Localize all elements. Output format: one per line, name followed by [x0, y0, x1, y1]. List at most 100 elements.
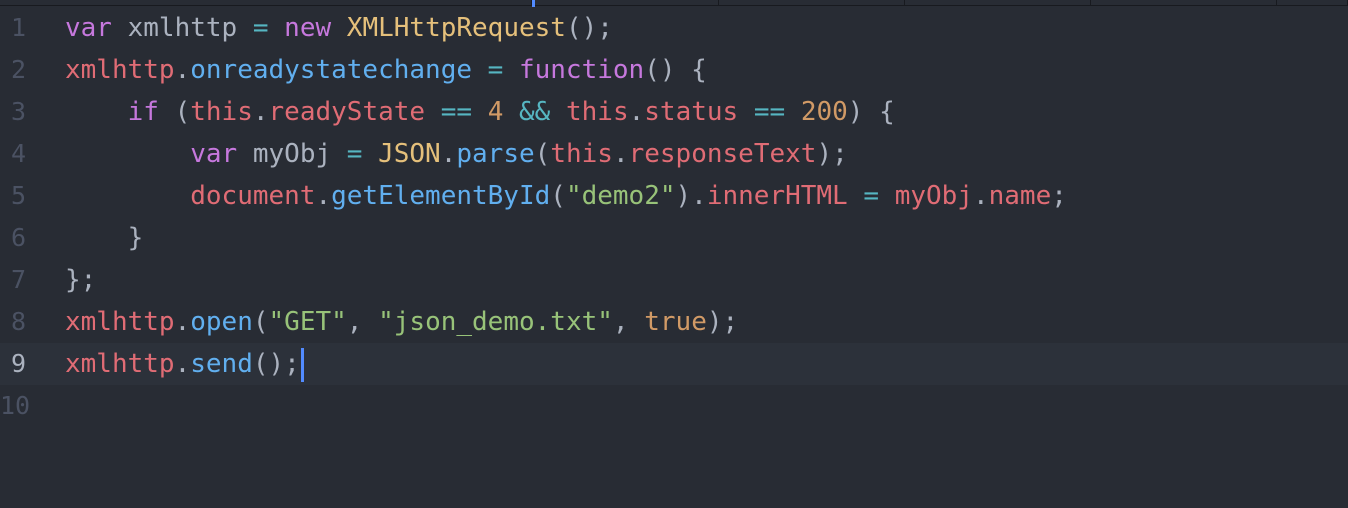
- code-token: parse: [456, 139, 535, 169]
- code-line[interactable]: 1 var xmlhttp = new XMLHttpRequest();: [0, 7, 1348, 49]
- code-token: }: [65, 223, 144, 253]
- code-token: 4: [487, 97, 504, 127]
- code-token: .: [612, 139, 629, 169]
- code-token: responseText: [628, 139, 817, 169]
- line-number: 8: [10, 307, 26, 336]
- code-line[interactable]: 5 document.getElementById("demo2").inner…: [0, 175, 1348, 217]
- line-number: 2: [10, 55, 26, 84]
- tab[interactable]: [1091, 0, 1277, 6]
- code-token: "json_demo.txt": [378, 307, 613, 337]
- code-token: new: [284, 13, 332, 43]
- code-token: ,: [346, 307, 379, 337]
- line-number: 1: [10, 13, 26, 42]
- code-token: (: [550, 181, 566, 211]
- code-token: ==: [753, 97, 786, 127]
- code-token: document: [190, 181, 316, 211]
- code-token: xmlhttp: [65, 55, 175, 85]
- code-token: =: [863, 181, 880, 211]
- code-token: &&: [519, 97, 551, 127]
- code-token: innerHTML: [706, 181, 848, 211]
- code-token: .: [174, 349, 191, 379]
- code-text[interactable]: var xmlhttp = new XMLHttpRequest();: [65, 7, 613, 49]
- code-token: var: [190, 139, 238, 169]
- code-token: .: [315, 181, 332, 211]
- code-token: myObj: [894, 181, 973, 211]
- code-token: =: [487, 55, 504, 85]
- line-number: 10: [0, 391, 31, 420]
- code-text[interactable]: }: [65, 217, 144, 259]
- code-text[interactable]: var myObj = JSON.parse(this.responseText…: [65, 133, 848, 175]
- code-line[interactable]: 3 if (this.readyState == 4 && this.statu…: [0, 91, 1348, 133]
- code-token: true: [644, 307, 707, 337]
- code-token: ,: [612, 307, 645, 337]
- code-token: =: [252, 13, 269, 43]
- code-text[interactable]: if (this.readyState == 4 && this.status …: [65, 91, 895, 133]
- code-line[interactable]: 6 }: [0, 217, 1348, 259]
- code-token: this: [550, 139, 613, 169]
- line-number: 6: [10, 223, 26, 252]
- code-token: () {: [644, 55, 707, 85]
- code-token: (: [252, 307, 269, 337]
- line-number: 3: [10, 97, 26, 126]
- tab[interactable]: [0, 0, 532, 6]
- code-token: .: [174, 307, 191, 337]
- code-text[interactable]: xmlhttp.send();: [65, 343, 304, 385]
- code-token: xmlhttp: [65, 307, 175, 337]
- code-token: (: [158, 97, 191, 127]
- code-token: ==: [440, 97, 473, 127]
- code-token: .: [252, 97, 269, 127]
- line-number: 9: [10, 349, 26, 378]
- code-token: ();: [565, 13, 613, 43]
- code-token: getElementById: [331, 181, 551, 211]
- code-line[interactable]: 10: [0, 385, 1348, 427]
- code-token: this: [190, 97, 253, 127]
- code-token: XMLHttpRequest: [346, 13, 566, 43]
- code-text[interactable]: xmlhttp.open("GET", "json_demo.txt", tru…: [65, 301, 738, 343]
- tab[interactable]: [535, 0, 719, 6]
- code-token: xmlhttp: [111, 13, 253, 43]
- code-token: =: [346, 139, 363, 169]
- code-token: open: [190, 307, 253, 337]
- code-text[interactable]: };: [65, 259, 96, 301]
- line-number: 7: [10, 265, 26, 294]
- code-token: status: [644, 97, 739, 127]
- tab[interactable]: [719, 0, 905, 6]
- code-token: .: [972, 181, 989, 211]
- tab-bar: [0, 0, 1348, 7]
- code-line[interactable]: 8 xmlhttp.open("GET", "json_demo.txt", tr…: [0, 301, 1348, 343]
- code-token: 200: [800, 97, 848, 127]
- tab[interactable]: [1277, 0, 1348, 6]
- code-line[interactable]: 9 xmlhttp.send();: [0, 343, 1348, 385]
- code-token: ;: [1051, 181, 1067, 211]
- code-token: xmlhttp: [65, 349, 175, 379]
- code-line[interactable]: 2 xmlhttp.onreadystatechange = function()…: [0, 49, 1348, 91]
- code-line[interactable]: 7};: [0, 259, 1348, 301]
- code-token: .: [628, 97, 645, 127]
- code-token: "demo2": [565, 181, 676, 211]
- code-text[interactable]: xmlhttp.onreadystatechange = function() …: [65, 49, 707, 91]
- code-token: this: [565, 97, 629, 127]
- line-number: 5: [10, 181, 26, 210]
- active-tab-indicator: [532, 0, 535, 7]
- code-token: var: [65, 13, 112, 43]
- text-cursor: [300, 347, 304, 382]
- code-lines[interactable]: 1 var xmlhttp = new XMLHttpRequest(); 2 xml…: [0, 7, 1348, 427]
- code-token: readyState: [268, 97, 426, 127]
- code-editor[interactable]: 1 var xmlhttp = new XMLHttpRequest(); 2 xml…: [0, 0, 1348, 508]
- code-token: JSON: [378, 139, 441, 169]
- code-text[interactable]: document.getElementById("demo2").innerHT…: [65, 175, 1067, 217]
- line-number: 4: [10, 139, 26, 168]
- code-token: "GET": [268, 307, 347, 337]
- code-line[interactable]: 4 var myObj = JSON.parse(this.responseTe…: [0, 133, 1348, 175]
- tab[interactable]: [905, 0, 1091, 6]
- code-token: send: [190, 349, 253, 379]
